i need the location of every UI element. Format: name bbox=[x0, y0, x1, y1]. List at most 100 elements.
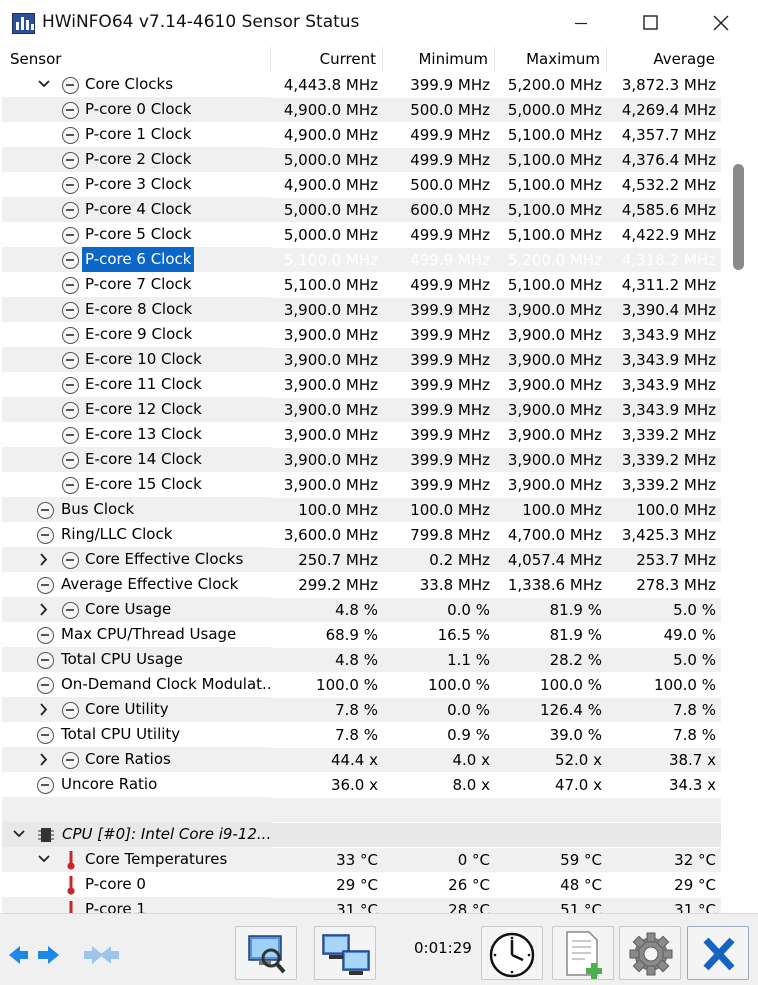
sensor-label: Core Clocks bbox=[85, 75, 174, 93]
value-minimum: 799.8 MHz bbox=[383, 522, 495, 547]
table-row[interactable]: Core Temperatures 33 °C 0 °C 59 °C 32 °C bbox=[2, 847, 732, 872]
sensor-label: Core Usage bbox=[85, 600, 172, 618]
sensor-search-button[interactable] bbox=[235, 926, 297, 980]
value-current: 44.4 x bbox=[271, 747, 383, 772]
value-minimum: 0 °C bbox=[383, 847, 495, 872]
sensor-group-row[interactable]: CPU [#0]: Intel Core i9-12... bbox=[2, 822, 732, 847]
sensor-table[interactable]: Sensor Current Minimum Maximum Average C… bbox=[2, 47, 732, 913]
value-average: 3,390.4 MHz bbox=[607, 297, 721, 322]
table-row[interactable]: P-core 1 Clock 4,900.0 MHz 499.9 MHz 5,100.… bbox=[2, 122, 732, 147]
chevron-right-icon[interactable] bbox=[37, 547, 51, 572]
chevron-right-icon[interactable] bbox=[37, 597, 51, 622]
value-maximum: 5,100.0 MHz bbox=[495, 197, 607, 222]
table-row[interactable]: Total CPU Usage 4.8 % 1.1 % 28.2 % 5.0 % bbox=[2, 647, 732, 672]
table-row[interactable]: Average Effective Clock 299.2 MHz 33.8 MHz… bbox=[2, 572, 732, 597]
header-average[interactable]: Average bbox=[607, 47, 721, 72]
table-row[interactable]: P-core 6 Clock 5,100.0 MHz 499.9 MHz 5,200.… bbox=[2, 247, 732, 272]
value-current: 33 °C bbox=[271, 847, 383, 872]
table-row[interactable]: E-core 14 Clock 3,900.0 MHz 399.9 MHz 3,900… bbox=[2, 447, 732, 472]
table-row[interactable]: Ring/LLC Clock 3,600.0 MHz 799.8 MHz 4,700.… bbox=[2, 522, 732, 547]
table-row[interactable]: E-core 12 Clock 3,900.0 MHz 399.9 MHz 3,900… bbox=[2, 397, 732, 422]
value-average: 3,343.9 MHz bbox=[607, 372, 721, 397]
table-row[interactable]: E-core 10 Clock 3,900.0 MHz 399.9 MHz 3,900… bbox=[2, 347, 732, 372]
value-maximum bbox=[495, 797, 607, 822]
navigate-prev-next-button[interactable] bbox=[3, 926, 63, 980]
value-average: 4,532.2 MHz bbox=[607, 172, 721, 197]
table-row[interactable]: Core Ratios 44.4 x 4.0 x 52.0 x 38.7 x bbox=[2, 747, 732, 772]
table-row[interactable]: Max CPU/Thread Usage 68.9 % 16.5 % 81.9 % 49… bbox=[2, 622, 732, 647]
chevron-down-icon[interactable] bbox=[12, 822, 26, 847]
value-current bbox=[271, 797, 383, 822]
network-button[interactable] bbox=[314, 926, 376, 980]
value-minimum: 399.9 MHz bbox=[383, 297, 495, 322]
value-maximum: 3,900.0 MHz bbox=[495, 347, 607, 372]
table-row[interactable]: E-core 11 Clock 3,900.0 MHz 399.9 MHz 3,900… bbox=[2, 372, 732, 397]
table-row[interactable]: P-core 3 Clock 4,900.0 MHz 500.0 MHz 5,100.… bbox=[2, 172, 732, 197]
table-row[interactable]: P-core 0 29 °C 26 °C 48 °C 29 °C bbox=[2, 872, 732, 897]
sensor-name-cell: Core Temperatures bbox=[2, 847, 271, 872]
clock-icon bbox=[62, 252, 79, 269]
table-row[interactable]: Core Utility 7.8 % 0.0 % 126.4 % 7.8 % bbox=[2, 697, 732, 722]
table-header: Sensor Current Minimum Maximum Average bbox=[2, 47, 732, 72]
clock-reset-button[interactable] bbox=[481, 926, 543, 980]
add-log-button[interactable] bbox=[552, 926, 614, 980]
table-row[interactable]: Core Effective Clocks 250.7 MHz 0.2 MHz 4,0… bbox=[2, 547, 732, 572]
scrollbar-thumb[interactable] bbox=[733, 164, 744, 270]
table-row[interactable]: Core Clocks 4,443.8 MHz 399.9 MHz 5,200.0 M… bbox=[2, 72, 732, 97]
sensor-label: P-core 5 Clock bbox=[85, 225, 192, 243]
value-average bbox=[607, 822, 721, 847]
chevron-right-icon[interactable] bbox=[37, 747, 51, 772]
settings-button[interactable] bbox=[619, 926, 681, 980]
maximize-button[interactable] bbox=[616, 0, 686, 47]
table-row[interactable]: P-core 2 Clock 5,000.0 MHz 499.9 MHz 5,100.… bbox=[2, 147, 732, 172]
value-minimum: 1.1 % bbox=[383, 647, 495, 672]
value-current: 4.8 % bbox=[271, 647, 383, 672]
table-row[interactable]: Core Usage 4.8 % 0.0 % 81.9 % 5.0 % bbox=[2, 597, 732, 622]
value-maximum: 100.0 MHz bbox=[495, 497, 607, 522]
close-x-icon bbox=[703, 937, 735, 971]
value-current: 3,900.0 MHz bbox=[271, 447, 383, 472]
table-row[interactable]: On-Demand Clock Modulat... 100.0 % 100.0 %… bbox=[2, 672, 732, 697]
table-row[interactable]: P-core 5 Clock 5,000.0 MHz 499.9 MHz 5,100.… bbox=[2, 222, 732, 247]
sensor-label: P-core 6 Clock bbox=[80, 247, 196, 272]
sensor-name-cell: P-core 6 Clock bbox=[2, 247, 271, 272]
clock-icon bbox=[62, 452, 79, 469]
table-row[interactable]: Bus Clock 100.0 MHz 100.0 MHz 100.0 MHz 100.… bbox=[2, 497, 732, 522]
table-row[interactable]: E-core 13 Clock 3,900.0 MHz 399.9 MHz 3,900… bbox=[2, 422, 732, 447]
table-row[interactable]: P-core 0 Clock 4,900.0 MHz 500.0 MHz 5,000.… bbox=[2, 97, 732, 122]
value-minimum: 399.9 MHz bbox=[383, 347, 495, 372]
chevron-down-icon[interactable] bbox=[37, 72, 51, 97]
table-row[interactable]: P-core 7 Clock 5,100.0 MHz 499.9 MHz 5,100.… bbox=[2, 272, 732, 297]
value-minimum: 500.0 MHz bbox=[383, 172, 495, 197]
table-row[interactable]: E-core 9 Clock 3,900.0 MHz 399.9 MHz 3,900.… bbox=[2, 322, 732, 347]
close-sensors-button[interactable] bbox=[687, 926, 749, 980]
header-minimum[interactable]: Minimum bbox=[383, 47, 495, 72]
value-minimum: 16.5 % bbox=[383, 622, 495, 647]
table-row[interactable]: Uncore Ratio 36.0 x 8.0 x 47.0 x 34.3 x bbox=[2, 772, 732, 797]
value-maximum: 51 °C bbox=[495, 897, 607, 913]
collapse-columns-button[interactable] bbox=[72, 926, 128, 980]
close-window-button[interactable] bbox=[686, 0, 758, 47]
sensor-label: On-Demand Clock Modulat... bbox=[61, 675, 271, 693]
table-row[interactable]: Total CPU Utility 7.8 % 0.9 % 39.0 % 7.8 % bbox=[2, 722, 732, 747]
table-row[interactable]: E-core 15 Clock 3,900.0 MHz 399.9 MHz 3,900… bbox=[2, 472, 732, 497]
sensor-name-cell: Core Utility bbox=[2, 697, 271, 722]
header-sensor[interactable]: Sensor bbox=[2, 47, 271, 72]
clock-icon bbox=[62, 227, 79, 244]
header-maximum[interactable]: Maximum bbox=[495, 47, 607, 72]
value-current: 250.7 MHz bbox=[271, 547, 383, 572]
table-row[interactable]: E-core 8 Clock 3,900.0 MHz 399.9 MHz 3,900.… bbox=[2, 297, 732, 322]
settings-gear-icon bbox=[629, 932, 673, 976]
sensor-name-cell: P-core 4 Clock bbox=[2, 197, 271, 222]
table-row[interactable]: P-core 1 31 °C 28 °C 51 °C 31 °C bbox=[2, 897, 732, 913]
header-current[interactable]: Current bbox=[271, 47, 383, 72]
sensor-label: P-core 1 Clock bbox=[85, 125, 192, 143]
chevron-down-icon[interactable] bbox=[37, 847, 51, 872]
table-row[interactable]: P-core 4 Clock 5,000.0 MHz 600.0 MHz 5,100.… bbox=[2, 197, 732, 222]
minimize-button[interactable] bbox=[546, 0, 616, 47]
chevron-right-icon[interactable] bbox=[37, 697, 51, 722]
value-minimum: 26 °C bbox=[383, 872, 495, 897]
value-current: 7.8 % bbox=[271, 697, 383, 722]
value-current: 299.2 MHz bbox=[271, 572, 383, 597]
value-minimum: 0.0 % bbox=[383, 597, 495, 622]
